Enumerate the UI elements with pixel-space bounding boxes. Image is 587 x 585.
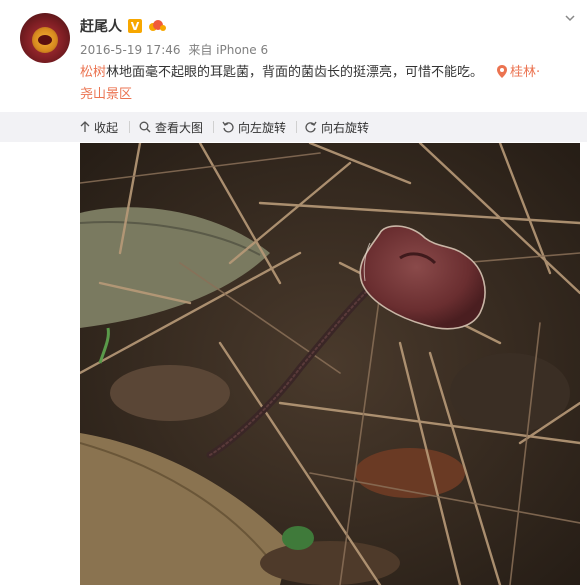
post-source[interactable]: 来自 iPhone 6: [188, 43, 268, 57]
location-pin-icon: [497, 65, 508, 78]
rotate-left-icon: [222, 121, 234, 133]
user-row: 赶尾人 V: [80, 16, 166, 36]
post-date[interactable]: 2016-5-19 17:46: [80, 43, 181, 57]
post-text: 松树林地面毫不起眼的耳匙菌，背面的菌齿长的挺漂亮，可惜不能吃。 桂林·: [80, 62, 580, 84]
post-meta: 2016-5-19 17:46 来自 iPhone 6: [80, 41, 272, 58]
view-large-label: 查看大图: [155, 120, 204, 135]
toolbar-divider: [129, 121, 130, 133]
toolbar-divider: [296, 121, 297, 133]
rotate-right-button[interactable]: 向右旋转: [305, 118, 369, 136]
weibo-post: 赶尾人 V 2016-5-19 17:46 来自 iPhone 6 松树林地面毫…: [0, 0, 587, 585]
arrow-up-icon: [80, 121, 90, 132]
post-photo[interactable]: [80, 143, 580, 585]
user-name[interactable]: 赶尾人: [80, 16, 122, 36]
rotate-right-label: 向右旋转: [321, 120, 370, 135]
magnifier-icon: [139, 121, 151, 133]
collapse-button[interactable]: 收起: [80, 118, 118, 136]
post-body: 林地面毫不起眼的耳匙菌，背面的菌齿长的挺漂亮，可惜不能吃。: [106, 65, 484, 80]
toolbar-divider: [213, 121, 214, 133]
location-link-continued[interactable]: 尧山景区: [80, 84, 132, 106]
collapse-label: 收起: [94, 120, 119, 135]
verified-badge[interactable]: V: [128, 19, 142, 33]
chevron-down-icon[interactable]: [564, 12, 576, 24]
topic-link[interactable]: 松树: [80, 65, 106, 80]
rotate-left-button[interactable]: 向左旋转: [222, 118, 286, 136]
rotate-left-label: 向左旋转: [238, 120, 287, 135]
image-toolbar: 收起 查看大图 向左旋转 向右旋转: [0, 112, 587, 142]
view-large-button[interactable]: 查看大图: [139, 118, 203, 136]
rotate-right-icon: [305, 121, 317, 133]
avatar[interactable]: [20, 13, 70, 63]
level-badge-icon[interactable]: [148, 19, 166, 33]
location-link[interactable]: 桂林·: [510, 65, 540, 80]
mushroom-photo-illustration: [80, 143, 580, 585]
